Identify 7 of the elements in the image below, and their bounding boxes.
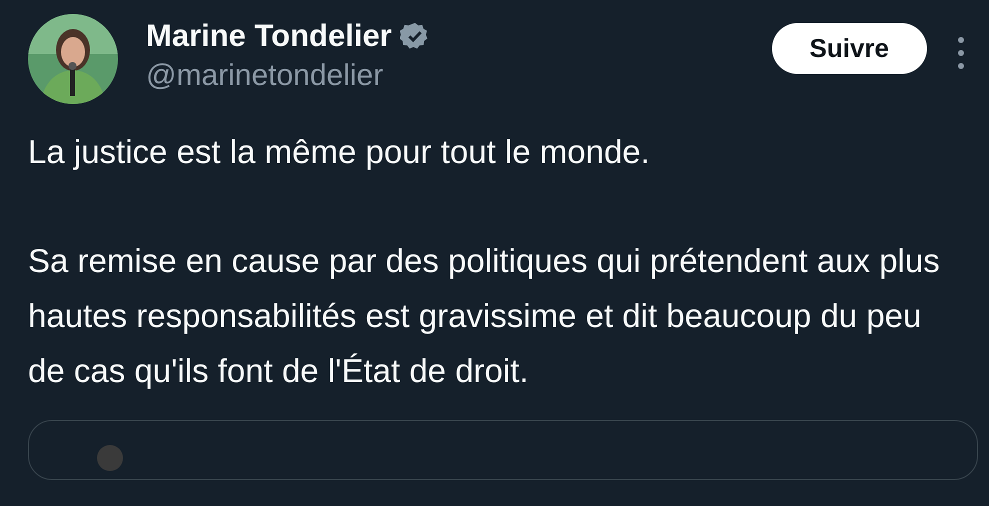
post-text: Sa remise en cause par des politiques qui prétendent aux plus hautes responsabilités est gravissime et dit beaucoup du peu de cas qu'ils font de l'État de droit. bbox=[28, 241, 941, 391]
avatar bbox=[97, 445, 123, 471]
post-text: La justice est la même pour tout le monde. bbox=[28, 132, 651, 172]
author-handle[interactable]: @marinetondelier bbox=[146, 56, 430, 96]
follow-button[interactable]: Suivre bbox=[772, 23, 927, 74]
more-options-icon[interactable] bbox=[957, 35, 965, 71]
author-name[interactable]: Marine Tondelier bbox=[146, 16, 392, 56]
